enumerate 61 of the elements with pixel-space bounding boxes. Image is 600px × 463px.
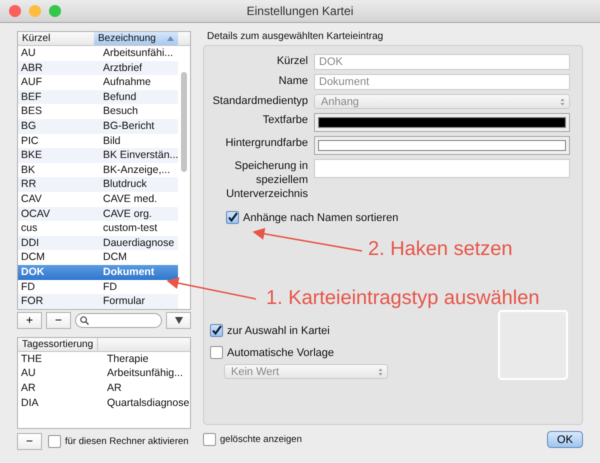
color-well[interactable] [314,136,570,155]
table-row[interactable]: DOK Dokument [18,264,178,280]
menu-button[interactable] [166,312,191,329]
preview-well [498,310,568,380]
checkbox[interactable] [203,433,216,446]
stepper-icon [378,368,383,376]
checkbox-label: Automatische Vorlage [227,346,334,358]
field-label: Textfarbe [262,113,308,127]
remove-button[interactable]: − [17,432,42,450]
table-row[interactable]: RR Blutdruck [18,177,178,192]
table-row[interactable]: BK BK-Anzeige,... [18,162,178,178]
text-field[interactable] [314,159,570,178]
group-title: Details zum ausgewählten Karteieintrag [207,31,384,42]
table-row[interactable]: DCM DCM [18,250,178,265]
table-row[interactable]: BKE BK Einverstän... [18,148,178,163]
search-field[interactable] [75,312,162,328]
color-well[interactable] [314,113,570,132]
close-button[interactable] [9,5,21,17]
table-row[interactable]: BG BG-Bericht [18,118,178,134]
window-title: Einstellungen Kartei [246,4,354,18]
table-row[interactable]: AUF Aufnahme [18,75,178,90]
column-header[interactable]: Kürzel [18,32,94,45]
text-field[interactable]: DOK [314,54,570,70]
annotation-text: 2. Haken setzen [368,239,513,259]
field-label: Speicherung in speziellem Unterverzeichnis [225,159,308,201]
table-row[interactable]: ABR Arztbrief [18,60,178,76]
checkbox[interactable] [210,346,223,359]
checkbox[interactable] [226,211,239,224]
field-label: Hintergrundfarbe [224,136,308,150]
table-row[interactable]: PIC Bild [18,134,178,148]
zoom-button[interactable] [49,5,61,17]
annotation-text: 1. Karteieintragstyp auswählen [266,288,540,308]
text-field[interactable]: Dokument [314,74,570,90]
scrollbar-thumb[interactable] [181,72,187,172]
table-row[interactable]: BES Besuch [18,104,178,119]
field-label: Standardmedientyp [212,94,308,108]
table-row[interactable]: AU Arbeitsunfähi... [18,46,178,61]
field-label: Name [278,74,308,88]
checkbox[interactable] [48,434,61,448]
table-row[interactable]: BEF Befund [18,90,178,104]
ok-button[interactable]: OK [547,431,583,448]
table-row[interactable]: CAV CAVE med. [18,192,178,207]
checkbox-label: für diesen Rechner aktivieren [65,436,189,447]
stepper-icon [560,98,565,106]
table-row[interactable]: THE Therapie [18,352,190,366]
add-button[interactable]: + [17,312,42,329]
triangle-icon [174,316,182,324]
checkbox-label: Anhänge nach Namen sortieren [243,212,398,224]
table-row[interactable]: FOR Formular [18,294,178,309]
table-row[interactable]: OCAV CAVE org. [18,206,178,222]
field-label: Kürzel [276,54,308,68]
search-icon [80,316,89,325]
column-header[interactable]: Bezeichnung [94,32,178,45]
checkbox-label: zur Auswahl in Kartei [227,324,330,336]
remove-button[interactable]: − [46,312,71,329]
checkbox-label: gelöschte anzeigen [220,434,302,445]
checkbox[interactable] [210,324,223,337]
sort-icon [167,36,174,41]
table-row[interactable]: cus custom-test [18,221,178,236]
table-row[interactable]: DDI Dauerdiagnose [18,236,178,250]
table-row[interactable]: FD FD [18,280,178,294]
